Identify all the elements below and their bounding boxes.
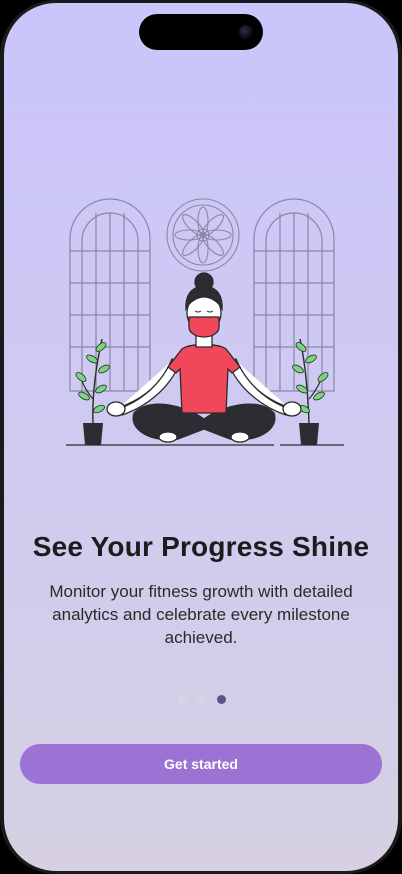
onboarding-screen: See Your Progress Shine Monitor your fit… (4, 3, 398, 871)
meditating-person-illustration (106, 272, 302, 443)
onboarding-description: Monitor your fitness growth with detaile… (49, 582, 353, 647)
rosette-window-illustration (166, 198, 240, 272)
front-camera-icon (239, 25, 253, 39)
page-dot-2[interactable] (196, 695, 206, 704)
page-dot-3-active[interactable] (216, 695, 226, 704)
onboarding-title: See Your Progress Shine (32, 531, 370, 562)
dynamic-island (139, 14, 263, 50)
left-plant-illustration (75, 338, 110, 445)
left-window-illustration (69, 198, 151, 392)
right-plant-illustration (292, 338, 329, 445)
page-dot-1[interactable] (176, 695, 186, 704)
get-started-button[interactable]: Get started (20, 744, 382, 784)
meditation-illustration (66, 198, 344, 446)
phone-frame: See Your Progress Shine Monitor your fit… (0, 0, 402, 874)
right-window-illustration (253, 198, 335, 392)
page-indicator (4, 695, 398, 704)
